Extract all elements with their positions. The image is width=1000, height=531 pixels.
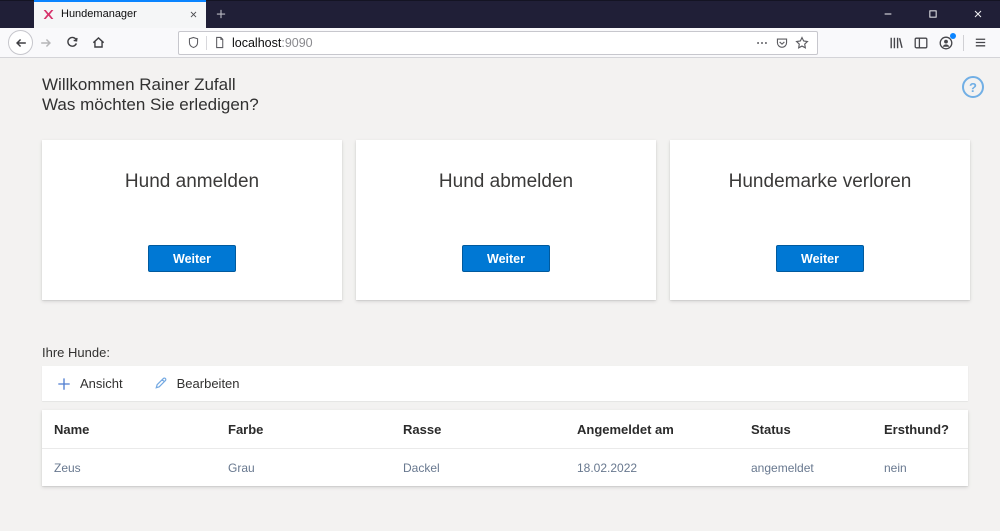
urlbar-divider xyxy=(206,35,207,50)
welcome-line: Willkommen Rainer Zufall xyxy=(42,75,236,94)
help-button[interactable]: ? xyxy=(962,76,984,98)
pocket-icon[interactable] xyxy=(775,36,789,50)
card-hund-anmelden: Hund anmelden Weiter xyxy=(42,140,342,300)
sidebar-icon[interactable] xyxy=(913,35,929,51)
back-button[interactable] xyxy=(8,30,33,55)
account-notification-dot xyxy=(950,32,956,39)
plus-icon xyxy=(57,377,71,391)
table-row[interactable]: Zeus Grau Dackel 18.02.2022 angemeldet n… xyxy=(42,449,968,486)
weiter-button-anmelden[interactable]: Weiter xyxy=(148,245,236,272)
command-ansicht[interactable]: Ansicht xyxy=(57,376,123,391)
command-label: Ansicht xyxy=(80,376,123,391)
dogs-section-label: Ihre Hunde: xyxy=(42,345,110,360)
cell-angemeldet-am: 18.02.2022 xyxy=(577,460,638,475)
tab-title: Hundemanager xyxy=(61,8,137,20)
weiter-button-abmelden[interactable]: Weiter xyxy=(462,245,550,272)
table-header-row: Name Farbe Rasse Angemeldet am Status Er… xyxy=(42,410,968,449)
question-line: Was möchten Sie erledigen? xyxy=(42,95,259,114)
cell-farbe: Grau xyxy=(228,460,255,475)
library-icon[interactable] xyxy=(888,35,904,51)
page-actions-icon[interactable] xyxy=(755,36,769,50)
cell-status: angemeldet xyxy=(751,460,814,475)
address-bar[interactable]: localhost:9090 xyxy=(178,30,818,55)
page-info-icon[interactable] xyxy=(213,36,226,49)
weiter-button-marke[interactable]: Weiter xyxy=(776,245,864,272)
action-cards: Hund anmelden Weiter Hund abmelden Weite… xyxy=(42,140,970,300)
cell-name[interactable]: Zeus xyxy=(54,461,228,475)
column-header-ersthund[interactable]: Ersthund? xyxy=(884,422,968,437)
account-icon[interactable] xyxy=(938,32,956,51)
new-tab-button[interactable] xyxy=(206,0,236,28)
cell-rasse: Dackel xyxy=(403,460,440,475)
toolbar-icons xyxy=(888,32,992,51)
dogs-table: Name Farbe Rasse Angemeldet am Status Er… xyxy=(42,410,968,486)
command-bearbeiten[interactable]: Bearbeiten xyxy=(153,376,240,391)
column-header-status[interactable]: Status xyxy=(751,422,884,437)
pencil-icon xyxy=(153,376,168,391)
forward-button[interactable] xyxy=(33,30,59,56)
url-host: localhost xyxy=(232,35,282,50)
column-header-name[interactable]: Name xyxy=(54,422,228,437)
tab-close-icon[interactable] xyxy=(189,10,198,19)
card-hundemarke-verloren: Hundemarke verloren Weiter xyxy=(670,140,970,300)
window-controls xyxy=(865,0,1000,28)
card-title: Hund abmelden xyxy=(438,171,574,192)
home-button[interactable] xyxy=(85,30,111,56)
browser-window: Hundemanager localhost:9090 Willkommen R… xyxy=(0,0,1000,531)
menu-hamburger-icon[interactable] xyxy=(973,35,988,50)
command-bar: Ansicht Bearbeiten xyxy=(42,366,968,401)
column-header-angemeldet-am[interactable]: Angemeldet am xyxy=(577,422,751,437)
url-port: :9090 xyxy=(281,35,313,50)
card-title: Hund anmelden xyxy=(124,171,260,192)
welcome-heading: Willkommen Rainer Zufall Was möchten Sie… xyxy=(42,75,259,115)
page-content: Willkommen Rainer Zufall Was möchten Sie… xyxy=(0,58,1000,531)
card-title: Hundemarke verloren xyxy=(728,171,912,192)
command-label: Bearbeiten xyxy=(176,376,240,391)
toolbar-divider xyxy=(963,34,964,51)
cell-ersthund: nein xyxy=(884,460,907,475)
column-header-rasse[interactable]: Rasse xyxy=(403,422,577,437)
column-header-farbe[interactable]: Farbe xyxy=(228,422,403,437)
navigation-toolbar: localhost:9090 xyxy=(0,28,1000,58)
url-text: localhost:9090 xyxy=(232,36,313,50)
shield-icon[interactable] xyxy=(187,36,200,49)
window-minimize-button[interactable] xyxy=(865,0,910,28)
site-favicon-icon xyxy=(42,8,55,21)
bookmark-star-icon[interactable] xyxy=(795,35,809,50)
window-close-button[interactable] xyxy=(955,0,1000,28)
tab-bar: Hundemanager xyxy=(0,0,1000,28)
reload-button[interactable] xyxy=(59,30,85,56)
card-hund-abmelden: Hund abmelden Weiter xyxy=(356,140,656,300)
window-maximize-button[interactable] xyxy=(910,0,955,28)
browser-tab-hundemanager[interactable]: Hundemanager xyxy=(34,0,206,28)
